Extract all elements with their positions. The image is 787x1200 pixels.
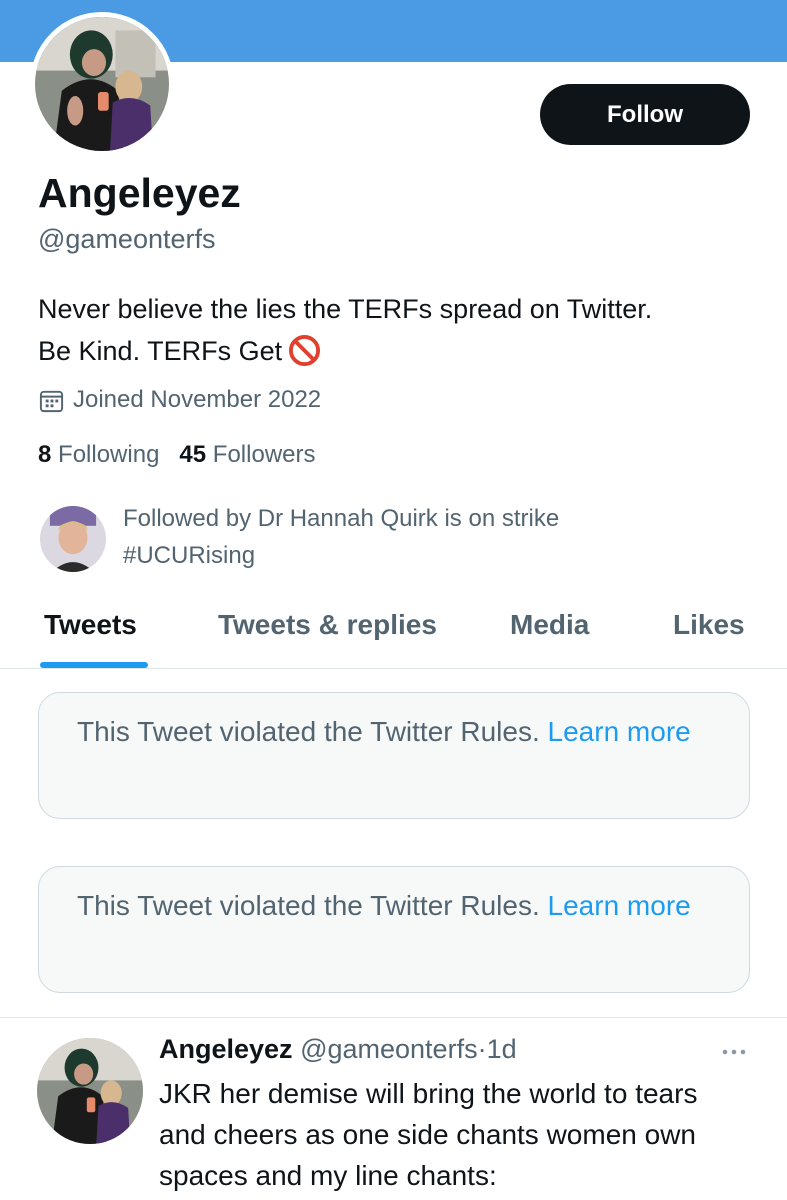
tweet-text-line: and cheers as one side chants women own: [159, 1119, 696, 1150]
following-label: Following: [58, 441, 160, 468]
tweet-text: JKR her demise will bring the world to t…: [159, 1073, 759, 1196]
followers-link[interactable]: 45 Followers: [179, 441, 315, 469]
profile-handle: @gameonterfs: [38, 224, 216, 254]
tab-media[interactable]: Media: [510, 609, 589, 641]
follow-button[interactable]: Follow: [540, 84, 750, 145]
joined-label: Joined November 2022: [73, 386, 322, 413]
tweet-avatar[interactable]: [37, 1038, 143, 1144]
active-tab-indicator: [40, 662, 148, 668]
learn-more-link[interactable]: Learn more: [548, 716, 691, 747]
bio-line-2-text: Be Kind. TERFs Get: [38, 336, 283, 366]
follower-avatar[interactable]: [40, 506, 106, 572]
tweet-text-line: JKR her demise will bring the world to t…: [159, 1078, 698, 1109]
tweet-author-name[interactable]: Angeleyez: [159, 1034, 293, 1064]
tweet-author-handle[interactable]: @gameonterfs: [300, 1034, 478, 1064]
followers-count: 45: [179, 441, 207, 468]
follow-counts: 8 Following 45 Followers: [38, 441, 316, 469]
tweet-header: Angeleyez @gameonterfs·1d: [159, 1034, 517, 1065]
followed-by-text[interactable]: Followed by Dr Hannah Quirk is on strike…: [123, 500, 683, 574]
tweet-avatar-photo: [37, 1038, 143, 1144]
calendar-icon: [39, 390, 64, 412]
avatar-photo: [35, 17, 169, 151]
follower-avatar-photo: [40, 506, 106, 572]
notice-text: This Tweet violated the Twitter Rules.: [77, 890, 540, 921]
following-link[interactable]: 8 Following: [38, 441, 159, 469]
tweet-timestamp[interactable]: 1d: [487, 1034, 517, 1064]
tweet-text-line: spaces and my line chants:: [159, 1160, 497, 1191]
violation-notice: This Tweet violated the Twitter Rules. L…: [38, 866, 750, 993]
tab-likes[interactable]: Likes: [673, 609, 745, 641]
no-entry-icon: [289, 334, 321, 367]
learn-more-link[interactable]: Learn more: [548, 890, 691, 921]
violation-notice: This Tweet violated the Twitter Rules. L…: [38, 692, 750, 819]
joined-date: Joined November 2022: [38, 384, 321, 416]
profile-tabs: Tweets Tweets & replies Media Likes: [0, 600, 787, 669]
profile-bio: Never believe the lies the TERFs spread …: [38, 288, 758, 372]
profile-display-name: Angeleyez: [38, 170, 241, 216]
bio-line-1: Never believe the lies the TERFs spread …: [38, 294, 653, 324]
more-dots-icon[interactable]: [720, 1042, 748, 1062]
following-count: 8: [38, 441, 52, 468]
profile-avatar[interactable]: [30, 12, 174, 156]
tweet-divider: [0, 1017, 787, 1018]
tab-tweets-replies[interactable]: Tweets & replies: [218, 609, 437, 641]
notice-text: This Tweet violated the Twitter Rules.: [77, 716, 540, 747]
tab-tweets[interactable]: Tweets: [44, 609, 137, 641]
bio-line-2: Be Kind. TERFs Get: [38, 330, 758, 372]
tweet-separator: ·: [477, 1034, 487, 1064]
followers-label: Followers: [212, 441, 316, 468]
